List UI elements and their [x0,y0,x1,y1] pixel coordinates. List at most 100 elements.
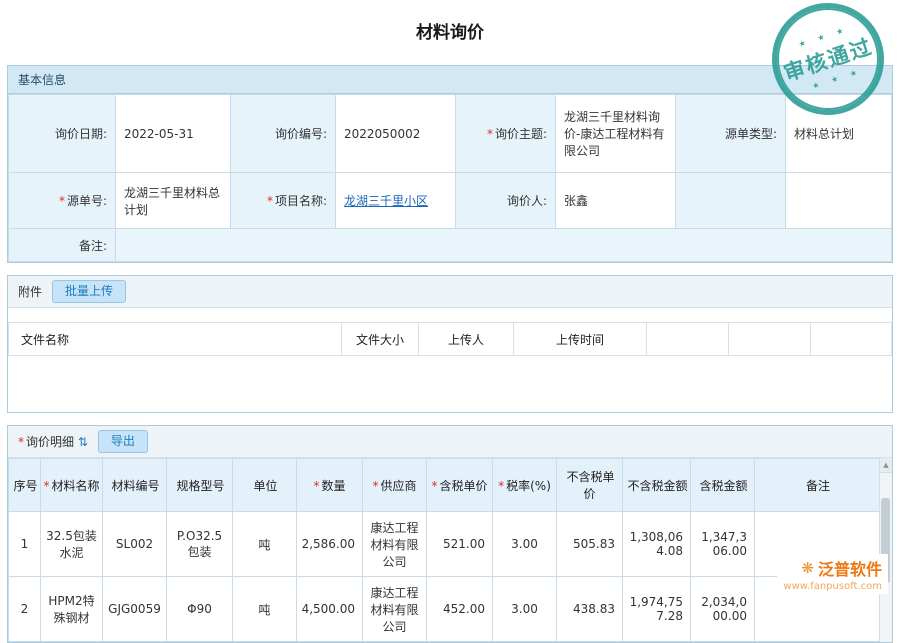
inquiry-no-label: 询价编号: [231,95,336,173]
vertical-scrollbar[interactable]: ▲ [879,458,892,642]
cell-supplier: 康达工程材料有限公司 [363,512,427,577]
basic-info-form: 询价日期: 2022-05-31 询价编号: 2022050002 *询价主题:… [8,94,892,262]
detail-row-1: 1 32.5包装水泥 SL002 P.O32.5包装 吨 2,586.00 康达… [9,512,880,577]
details-header-row: 序号 *材料名称 材料编号 规格型号 单位 *数量 *供应商 *含税单价 *税率… [9,459,880,512]
cell-unit: 吨 [233,512,297,577]
col-upload-time: 上传时间 [514,323,647,356]
cell-material-name: HPM2特殊钢材 [41,577,103,642]
col-empty-3 [811,323,892,356]
col-file-size: 文件大小 [342,323,419,356]
details-table-wrap: 序号 *材料名称 材料编号 规格型号 单位 *数量 *供应商 *含税单价 *税率… [8,458,892,642]
attachments-header: 附件 批量上传 [8,276,892,308]
col-unit: 单位 [233,459,297,512]
form-row-3: 备注: [9,229,892,262]
cell-amount-tax: 1,347,306.00 [691,512,755,577]
cell-price-notax: 438.83 [557,577,623,642]
attachments-header-row: 文件名称 文件大小 上传人 上传时间 [9,323,892,356]
source-type-label: 源单类型: [676,95,786,173]
inquirer-value: 张鑫 [556,173,676,229]
remark-label: 备注: [9,229,116,262]
inquirer-label: 询价人: [456,173,556,229]
attachments-empty-area [8,356,892,412]
field-label: 询价日期: [55,127,107,141]
remark-value [116,229,892,262]
cell-tax-rate: 3.00 [493,577,557,642]
required-mark: * [267,194,273,208]
field-label: 备注: [79,239,107,253]
page-title: 材料询价 [0,0,900,55]
batch-upload-button[interactable]: 批量上传 [52,280,126,303]
col-price-notax: 不含税单价 [557,459,623,512]
brand-url: www.fanpusoft.com [783,581,882,592]
export-button[interactable]: 导出 [98,430,148,453]
attachments-title: 附件 [18,283,42,300]
cell-price-tax: 452.00 [427,577,493,642]
field-label: 源单类型: [725,127,777,141]
required-mark: * [487,127,493,141]
basic-info-header: 基本信息 [8,66,892,94]
cell-spec: Φ90 [167,577,233,642]
cell-spec: P.O32.5包装 [167,512,233,577]
field-label: 询价编号: [275,127,327,141]
cell-material-code: GJG0059 [103,577,167,642]
col-amount-notax: 不含税金额 [623,459,691,512]
attachments-table: 文件名称 文件大小 上传人 上传时间 [8,322,892,356]
col-spec: 规格型号 [167,459,233,512]
inquiry-subject-label: *询价主题: [456,95,556,173]
project-name-label: *项目名称: [231,173,336,229]
details-title: *询价明细 ⇅ [18,433,88,450]
empty-value [786,173,892,229]
detail-row-2: 2 HPM2特殊钢材 GJG0059 Φ90 吨 4,500.00 康达工程材料… [9,577,880,642]
project-name-value: 龙湖三千里小区 [336,173,456,229]
inquiry-date-label: 询价日期: [9,95,116,173]
col-supplier: *供应商 [363,459,427,512]
attachments-panel: 附件 批量上传 文件名称 文件大小 上传人 上传时间 [7,275,893,413]
site-watermark: ❋ 泛普软件 www.fanpusoft.com [777,554,888,594]
details-header: *询价明细 ⇅ 导出 [8,426,892,458]
required-mark: * [18,435,24,449]
field-label: 源单号: [67,194,107,208]
inquiry-subject-value: 龙湖三千里材料询价-康达工程材料有限公司 [556,95,676,173]
details-panel: *询价明细 ⇅ 导出 序号 *材料名称 材料编号 规格型号 单位 *数量 *供应… [7,425,893,643]
cell-tax-rate: 3.00 [493,512,557,577]
col-qty: *数量 [297,459,363,512]
cell-price-notax: 505.83 [557,512,623,577]
cell-unit: 吨 [233,577,297,642]
basic-info-panel: 基本信息 询价日期: 2022-05-31 询价编号: 2022050002 *… [7,65,893,263]
field-label: 询价主题: [495,127,547,141]
cell-price-tax: 521.00 [427,512,493,577]
source-type-value: 材料总计划 [786,95,892,173]
fanpu-logo-icon: ❋ [801,559,814,577]
brand-name: 泛普软件 [818,556,882,580]
form-row-1: 询价日期: 2022-05-31 询价编号: 2022050002 *询价主题:… [9,95,892,173]
cell-material-code: SL002 [103,512,167,577]
details-table: 序号 *材料名称 材料编号 规格型号 单位 *数量 *供应商 *含税单价 *税率… [8,458,880,642]
field-label: 询价人: [507,194,547,208]
form-row-2: *源单号: 龙湖三千里材料总计划 *项目名称: 龙湖三千里小区 询价人: 张鑫 [9,173,892,229]
col-empty-2 [729,323,811,356]
required-mark: * [59,194,65,208]
col-price-tax: *含税单价 [427,459,493,512]
col-amount-tax: 含税金额 [691,459,755,512]
col-tax-rate: *税率(%) [493,459,557,512]
col-empty-1 [647,323,729,356]
col-uploader: 上传人 [419,323,514,356]
col-material-code: 材料编号 [103,459,167,512]
col-remark: 备注 [755,459,880,512]
cell-qty: 2,586.00 [297,512,363,577]
sort-icon[interactable]: ⇅ [78,435,88,449]
cell-amount-tax: 2,034,000.00 [691,577,755,642]
scroll-up-arrow[interactable]: ▲ [880,458,892,473]
inquiry-date-value: 2022-05-31 [116,95,231,173]
empty-label [676,173,786,229]
source-no-value: 龙湖三千里材料总计划 [116,173,231,229]
cell-seq: 1 [9,512,41,577]
inquiry-no-value: 2022050002 [336,95,456,173]
cell-material-name: 32.5包装水泥 [41,512,103,577]
project-link[interactable]: 龙湖三千里小区 [344,194,428,208]
field-label: 项目名称: [275,194,327,208]
col-material-name: *材料名称 [41,459,103,512]
source-no-label: *源单号: [9,173,116,229]
cell-amount-notax: 1,974,757.28 [623,577,691,642]
cell-supplier: 康达工程材料有限公司 [363,577,427,642]
